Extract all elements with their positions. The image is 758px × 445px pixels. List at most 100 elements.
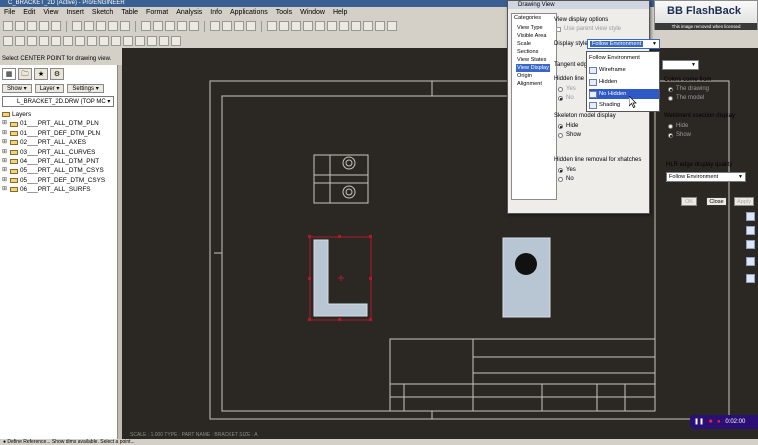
category-view-type[interactable]: View Type [516, 24, 550, 32]
category-visible-area[interactable]: Visible Area [516, 32, 550, 40]
line-icon[interactable] [746, 226, 755, 235]
view-move-icon[interactable] [15, 36, 25, 46]
circle-icon[interactable] [303, 21, 313, 31]
spline-icon[interactable] [327, 21, 337, 31]
fillet-icon[interactable] [339, 21, 349, 31]
active-drawing-select[interactable]: L_BRACKET_2D.DRW (TOP MC ▾ [2, 96, 114, 107]
ok-button[interactable]: OK [681, 197, 697, 206]
menu-tools[interactable]: Tools [272, 9, 296, 16]
sketch-icon[interactable] [746, 212, 755, 221]
sketch-tool-icon[interactable] [387, 21, 397, 31]
chamfer-icon[interactable] [351, 21, 361, 31]
hidden-line-no-radio[interactable] [558, 96, 563, 101]
menu-file[interactable]: File [0, 9, 19, 16]
datum-plane-icon[interactable] [210, 21, 220, 31]
list-item[interactable]: ⊞ 05___PRT_ALL_DTM_CSYS [2, 166, 116, 175]
new-file-icon[interactable] [3, 21, 13, 31]
menu-edit[interactable]: Edit [19, 9, 39, 16]
csys-icon[interactable] [246, 21, 256, 31]
settings-menu-button[interactable]: Settings ▾ [67, 84, 104, 93]
skeleton-hide-radio[interactable] [558, 124, 563, 129]
menu-format[interactable]: Format [142, 9, 172, 16]
option-shading[interactable]: Shading [589, 100, 620, 110]
drawing-canvas[interactable]: SCALE : 1.000 TYPE : PART NAME : BRACKET… [122, 48, 758, 439]
view-insert-icon[interactable] [3, 36, 13, 46]
measure-icon[interactable] [746, 274, 755, 283]
hlr-quality-select[interactable]: Follow Environment ▼ [666, 172, 746, 182]
menu-window[interactable]: Window [296, 9, 329, 16]
category-scale[interactable]: Scale [516, 40, 550, 48]
category-view-states[interactable]: View States [516, 56, 550, 64]
table-icon[interactable] [267, 21, 277, 31]
list-item[interactable]: ⊞ 01___PRT_ALL_DTM_PLN [2, 119, 116, 128]
category-alignment[interactable]: Alignment [516, 80, 550, 88]
menu-sketch[interactable]: Sketch [88, 9, 117, 16]
ref-dim-icon[interactable] [63, 36, 73, 46]
print-icon[interactable] [39, 21, 49, 31]
weldment-show-radio[interactable] [668, 133, 673, 138]
expand-icon[interactable]: ⊞ [2, 129, 8, 138]
list-item[interactable]: ⊞ 01___PRT_DEF_DTM_PLN [2, 129, 116, 138]
erase-icon[interactable] [147, 36, 157, 46]
apply-button[interactable]: Apply [734, 197, 754, 206]
note-icon[interactable] [279, 21, 289, 31]
close-button[interactable]: Close [706, 197, 727, 206]
expand-icon[interactable]: ⊞ [2, 176, 8, 185]
clean-dims-icon[interactable] [135, 36, 145, 46]
expand-icon[interactable]: ⊞ [2, 119, 8, 128]
layer-menu-button[interactable]: Layer ▾ [34, 84, 65, 93]
balloon-icon[interactable] [111, 36, 121, 46]
copy-icon[interactable] [108, 21, 118, 31]
zoom-in-icon[interactable] [153, 21, 163, 31]
zoom-out-icon[interactable] [165, 21, 175, 31]
weldment-hide-radio[interactable] [668, 124, 673, 129]
side-view[interactable] [502, 237, 551, 318]
tab-favorites[interactable]: ★ [34, 68, 48, 80]
menu-view[interactable]: View [39, 9, 62, 16]
expand-icon[interactable]: ⊞ [2, 157, 8, 166]
show-menu-button[interactable]: Show ▾ [2, 84, 32, 93]
option-hidden[interactable]: Hidden [589, 77, 617, 87]
tab-connections[interactable]: ⚙ [50, 68, 64, 80]
colors-model-radio[interactable] [668, 96, 673, 101]
option-wireframe[interactable]: Wireframe [589, 65, 626, 75]
use-parent-style-checkbox[interactable] [556, 27, 561, 32]
menu-analysis[interactable]: Analysis [172, 9, 206, 16]
option-follow-environment[interactable]: Follow Environment [589, 53, 640, 63]
datum-tag-icon[interactable] [87, 36, 97, 46]
xhatch-no-radio[interactable] [558, 177, 563, 182]
list-item[interactable]: ⊞ 02___PRT_ALL_AXES [2, 138, 116, 147]
skeleton-show-radio[interactable] [558, 133, 563, 138]
top-view[interactable] [313, 154, 369, 204]
menu-help[interactable]: Help [329, 9, 351, 16]
redo-icon[interactable] [84, 21, 94, 31]
rectangle-icon[interactable] [746, 240, 755, 249]
email-icon[interactable] [51, 21, 61, 31]
undo-icon[interactable] [72, 21, 82, 31]
pause-icon[interactable]: ❚❚ [694, 419, 704, 425]
help-icon[interactable] [171, 36, 181, 46]
cut-icon[interactable] [96, 21, 106, 31]
refit-icon[interactable] [177, 21, 187, 31]
symbol-icon[interactable] [99, 36, 109, 46]
dimension-icon[interactable] [39, 36, 49, 46]
stop-icon[interactable]: ■ [709, 419, 713, 425]
expand-icon[interactable]: ⊞ [2, 138, 8, 147]
select-icon[interactable] [746, 257, 755, 266]
line-icon[interactable] [291, 21, 301, 31]
expand-icon[interactable]: ⊞ [2, 166, 8, 175]
menu-insert[interactable]: Insert [62, 9, 88, 16]
menu-info[interactable]: Info [206, 9, 226, 16]
option-no-hidden[interactable]: No Hidden [589, 89, 659, 99]
category-sections[interactable]: Sections [516, 48, 550, 56]
menu-table[interactable]: Table [117, 9, 142, 16]
recorder-controls[interactable]: ❚❚ ■ ● 0:02:00 [690, 415, 758, 429]
list-item[interactable]: ⊞ 04___PRT_ALL_DTM_PNT [2, 157, 116, 166]
category-view-display[interactable]: View Display [516, 64, 550, 72]
list-item[interactable]: ⊞ 03___PRT_ALL_CURVES [2, 148, 116, 157]
paste-icon[interactable] [120, 21, 130, 31]
expand-icon[interactable]: ⊞ [2, 148, 8, 157]
open-file-icon[interactable] [15, 21, 25, 31]
list-item[interactable]: ⊞ 05___PRT_DEF_DTM_CSYS [2, 176, 116, 185]
hidden-line-yes-radio[interactable] [558, 87, 563, 92]
